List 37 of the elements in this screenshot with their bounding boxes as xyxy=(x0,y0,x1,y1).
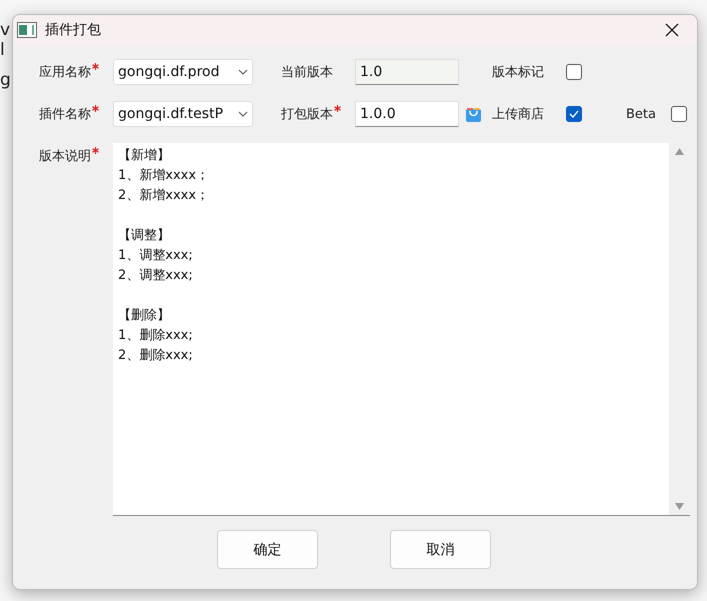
field-label: 应用名称 xyxy=(39,64,91,81)
dropdown[interactable]: gongqi.df.testP xyxy=(113,101,253,127)
notes-text-line: 2、新增xxxx； xyxy=(118,187,210,205)
shopping-bag-icon[interactable] xyxy=(465,106,482,122)
notes-text-line: 1、删除xxx; xyxy=(118,327,194,345)
background-text: g xyxy=(0,70,11,90)
notes-text-line: 【删除】 xyxy=(118,307,171,325)
notes-textarea[interactable]: 【新增】 1、新增xxxx； 2、新增xxxx； 【调整】 1、调整xxx; 2、调整xxx; 【删除】 1、删除xxx; 2、删除xxx; xyxy=(113,143,690,516)
dropdown[interactable]: gongqi.df.prod xyxy=(113,59,253,85)
field-label: 打包版本 xyxy=(281,106,333,123)
version-field[interactable]: 1.0.0 xyxy=(355,101,459,127)
field-label: 插件名称 xyxy=(39,106,91,123)
checkbox[interactable] xyxy=(566,106,582,122)
notes-text-line: 1、新增xxxx； xyxy=(118,167,210,185)
notes-text-line: 1、调整xxx; xyxy=(118,247,194,265)
notes-text-line: 【新增】 xyxy=(118,147,171,165)
app-icon xyxy=(17,22,37,38)
dialog-button[interactable]: 确定 xyxy=(217,530,318,569)
chevron-down-icon xyxy=(238,69,248,75)
field-label: 当前版本 xyxy=(281,64,333,81)
version-field[interactable]: 1.0 xyxy=(355,59,459,85)
checkbox[interactable] xyxy=(566,64,582,80)
checkbox-label: Beta xyxy=(626,106,657,122)
chevron-down-icon xyxy=(238,111,248,117)
field-label: 版本说明 xyxy=(39,148,91,165)
dialog-button[interactable]: 取消 xyxy=(390,530,491,569)
window-title: 插件打包 xyxy=(45,21,102,39)
checkbox[interactable] xyxy=(671,106,687,122)
notes-text-line: 2、调整xxx; xyxy=(118,267,194,285)
checkbox-label: 上传商店 xyxy=(492,106,545,123)
checkmark-icon xyxy=(569,110,579,118)
notes-text-line: 【调整】 xyxy=(118,227,171,245)
close-icon[interactable] xyxy=(665,23,679,37)
notes-text-line: 2、删除xxx; xyxy=(118,347,194,365)
background-text: l xyxy=(0,40,5,60)
checkbox-label: 版本标记 xyxy=(492,64,545,81)
background-text: v xyxy=(0,20,10,40)
